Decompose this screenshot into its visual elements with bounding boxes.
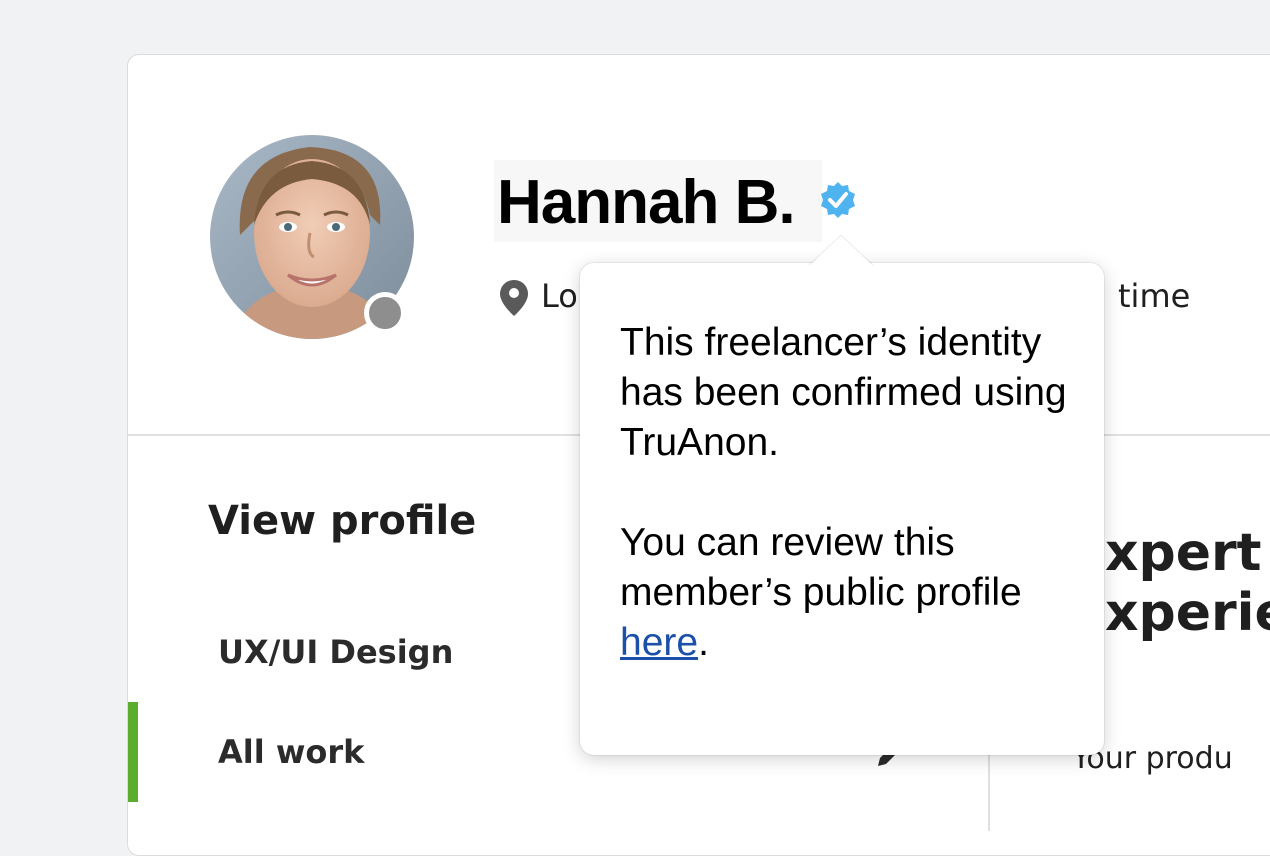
local-time-text: time bbox=[1118, 277, 1191, 315]
tooltip-paragraph-1: This freelancer’s identity has been conf… bbox=[620, 321, 1067, 464]
profile-headline-line1: xpert bbox=[1105, 523, 1262, 583]
tooltip-paragraph-2-end: . bbox=[698, 621, 709, 664]
tooltip-arrow bbox=[809, 234, 873, 266]
active-indicator bbox=[128, 702, 138, 802]
map-pin-icon bbox=[500, 280, 528, 316]
tooltip-paragraph-2: You can review this member’s public prof… bbox=[620, 518, 1080, 668]
location-text: Lo bbox=[541, 277, 578, 315]
sidebar-item-ux-ui-design[interactable]: UX/UI Design bbox=[218, 632, 453, 672]
public-profile-link[interactable]: here bbox=[620, 621, 698, 664]
tooltip-paragraph-2-text: You can review this member’s public prof… bbox=[620, 521, 1022, 614]
view-profile-heading: View profile bbox=[208, 498, 477, 544]
verified-badge-icon[interactable] bbox=[818, 180, 858, 220]
tooltip-content: This freelancer’s identity has been conf… bbox=[620, 318, 1080, 668]
profile-headline-line2: xperie bbox=[1105, 583, 1270, 643]
sidebar-item-all-work[interactable]: All work bbox=[218, 732, 364, 772]
freelancer-name: Hannah B. bbox=[497, 168, 796, 237]
status-indicator bbox=[364, 292, 406, 334]
